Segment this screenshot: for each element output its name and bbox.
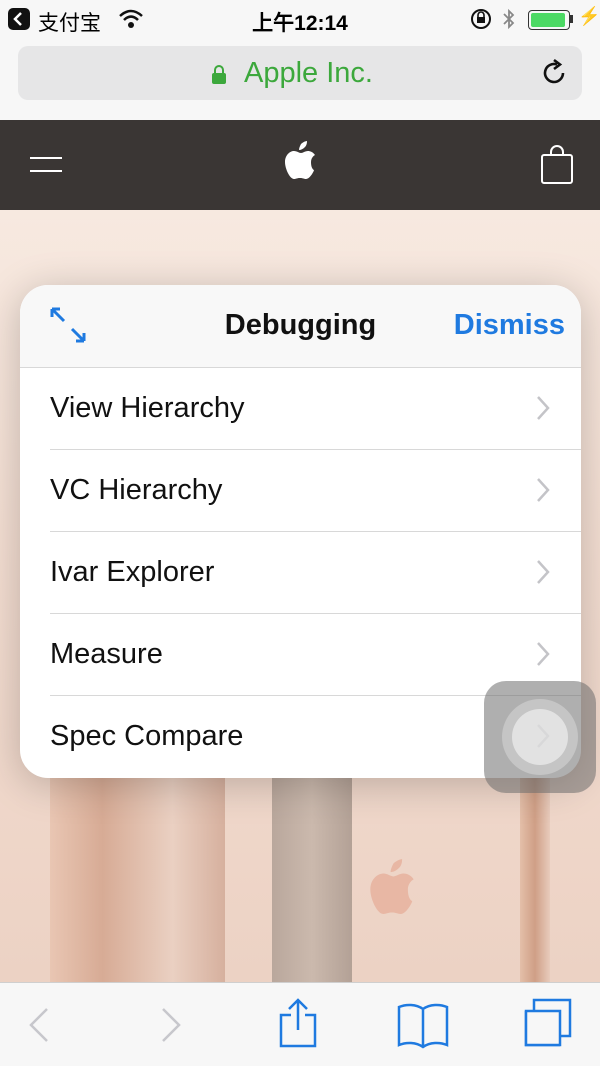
site-name: Apple Inc. bbox=[244, 57, 373, 89]
site-navigation bbox=[0, 120, 600, 210]
panel-header: Debugging Dismiss bbox=[20, 285, 581, 368]
back-icon[interactable] bbox=[25, 1005, 55, 1050]
browser-toolbar bbox=[0, 982, 600, 1066]
chevron-right-icon bbox=[535, 640, 551, 673]
battery-fill bbox=[531, 13, 565, 27]
product-phone-image bbox=[520, 770, 550, 982]
browser-address-area: Apple Inc. bbox=[0, 40, 600, 120]
battery-icon bbox=[528, 10, 570, 30]
product-phone-image bbox=[272, 770, 352, 982]
menu-item-ivar-explorer[interactable]: Ivar Explorer bbox=[20, 532, 581, 614]
bluetooth-icon bbox=[500, 7, 518, 37]
bookmarks-icon[interactable] bbox=[396, 1001, 450, 1054]
charging-icon: ⚡ bbox=[578, 6, 600, 26]
apple-logo-icon[interactable] bbox=[282, 140, 318, 187]
tabs-icon[interactable] bbox=[520, 997, 574, 1054]
address-bar[interactable]: Apple Inc. bbox=[18, 46, 582, 100]
shopping-bag-icon[interactable] bbox=[540, 145, 574, 190]
menu-item-label: View Hierarchy bbox=[50, 392, 245, 424]
menu-item-vc-hierarchy[interactable]: VC Hierarchy bbox=[20, 450, 581, 532]
battery-cap bbox=[570, 15, 573, 23]
menu-item-label: Ivar Explorer bbox=[50, 556, 215, 588]
forward-icon[interactable] bbox=[155, 1005, 185, 1050]
dismiss-button[interactable]: Dismiss bbox=[454, 309, 565, 342]
menu-item-view-hierarchy[interactable]: View Hierarchy bbox=[20, 368, 581, 450]
chevron-right-icon bbox=[535, 558, 551, 591]
share-icon[interactable] bbox=[276, 997, 320, 1054]
apple-logo-icon bbox=[366, 850, 418, 931]
reload-icon[interactable] bbox=[540, 58, 568, 93]
orientation-lock-icon bbox=[470, 7, 492, 37]
chevron-right-icon bbox=[535, 476, 551, 509]
menu-item-label: Measure bbox=[50, 638, 163, 670]
product-phone-image bbox=[50, 770, 225, 982]
status-bar: 支付宝 上午12:14 ⚡ bbox=[0, 0, 600, 40]
menu-item-label: Spec Compare bbox=[50, 720, 244, 752]
assistive-touch-core bbox=[512, 709, 568, 765]
chevron-right-icon bbox=[535, 394, 551, 427]
assistive-touch-button[interactable] bbox=[484, 681, 596, 793]
menu-icon[interactable] bbox=[30, 155, 62, 180]
lock-icon bbox=[211, 65, 227, 90]
menu-item-label: VC Hierarchy bbox=[50, 474, 223, 506]
